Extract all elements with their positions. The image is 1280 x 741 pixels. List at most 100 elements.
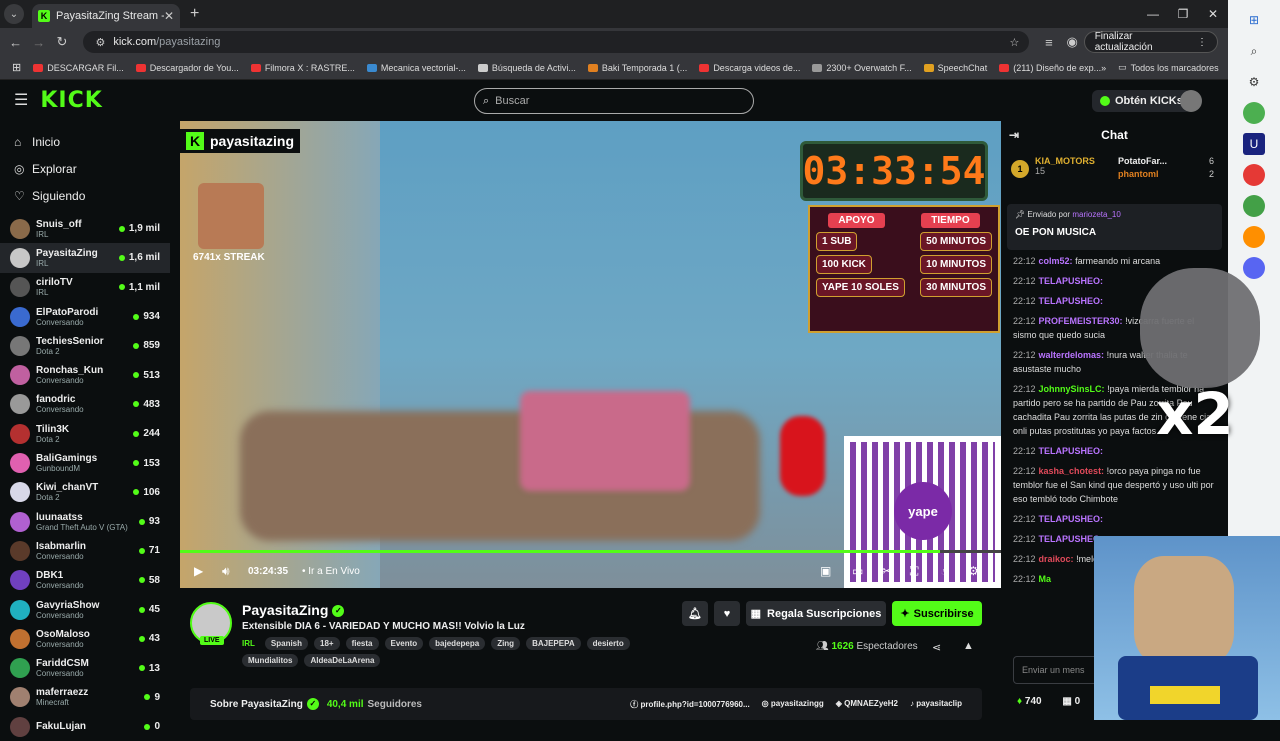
- gift-subs-button[interactable]: ▦ Regala Suscripciones: [746, 601, 886, 626]
- leader-third[interactable]: phantoml 2: [1118, 169, 1214, 179]
- stream-tag[interactable]: Spanish: [264, 637, 309, 650]
- sidebar-channel[interactable]: Kiwi_chanVT Dota 2 106: [0, 478, 170, 507]
- sidebar-channel[interactable]: Tilin3K Dota 2 244: [0, 419, 170, 448]
- stream-tag[interactable]: bajedepepa: [429, 637, 486, 650]
- sidebar-channel[interactable]: ciriloTV IRL 1,1 mil: [0, 273, 170, 302]
- sidebar-channel[interactable]: Ronchas_Kun Conversando 513: [0, 360, 170, 389]
- quality-icon[interactable]: ◔: [940, 564, 947, 578]
- subscribe-button[interactable]: ✦ Suscribirse: [892, 601, 982, 626]
- chat-message[interactable]: 22:12 kasha_chotest: !orco paya pinga no …: [1013, 464, 1216, 506]
- sidebar-item-inicio[interactable]: ⌂ Inicio: [0, 128, 170, 155]
- stream-tag[interactable]: Evento: [384, 637, 424, 650]
- sidebar-item-siguiendo[interactable]: ♡ Siguiendo: [0, 182, 170, 209]
- chrome-icon[interactable]: [1243, 164, 1265, 186]
- notification-bell-icon[interactable]: 🔔︎: [682, 601, 708, 626]
- url-field[interactable]: ⚙ kick.com /payasitazing ☆: [83, 31, 1030, 53]
- play-icon[interactable]: ▶: [194, 564, 203, 578]
- message-user[interactable]: PROFEMEISTER30:: [1039, 316, 1123, 326]
- bookmark-item[interactable]: Filmora X : RASTRE...: [250, 63, 355, 73]
- search-input[interactable]: ⌕ Buscar: [474, 88, 754, 114]
- sidebar-channel[interactable]: Isabmarlin Conversando 71: [0, 536, 170, 565]
- windows-icon[interactable]: ⊞: [1243, 9, 1265, 31]
- bookmark-item[interactable]: Descarga videos de...: [699, 63, 800, 73]
- sidebar-channel[interactable]: OsoMaloso Conversando 43: [0, 624, 170, 653]
- settings-icon[interactable]: ⚙: [1243, 71, 1265, 93]
- site-info-icon[interactable]: ⚙: [95, 36, 105, 49]
- pinned-message[interactable]: 📌︎ Enviado por mariozeta_10 OE PON MUSIC…: [1007, 204, 1222, 250]
- message-user[interactable]: TELAPUSHEO:: [1039, 276, 1104, 286]
- sidebar-channel[interactable]: FariddCSM Conversando 13: [0, 653, 170, 682]
- chat-message[interactable]: 22:12 TELAPUSHEO:: [1013, 512, 1216, 526]
- video-player[interactable]: Kpayasitazing 6741x STREAK 03:33:54 APOY…: [180, 121, 1001, 588]
- more-bookmarks-icon[interactable]: »: [1101, 63, 1106, 73]
- bookmark-item[interactable]: Mecanica vectorial-...: [366, 63, 466, 73]
- app-green-icon[interactable]: [1243, 102, 1265, 124]
- apps-icon[interactable]: ⊞: [12, 61, 21, 74]
- bookmark-item[interactable]: DESCARGAR Fil...: [33, 63, 124, 73]
- forward-icon[interactable]: →: [27, 35, 50, 50]
- sidebar-item-explorar[interactable]: ◎ Explorar: [0, 155, 170, 182]
- pip-icon[interactable]: ▭: [852, 564, 863, 578]
- bookmark-item[interactable]: 2300+ Overwatch F...: [812, 63, 912, 73]
- media-control-icon[interactable]: ≡: [1037, 35, 1060, 50]
- profile-icon[interactable]: ◉: [1061, 34, 1084, 50]
- new-tab-icon[interactable]: +: [190, 5, 199, 23]
- stream-tag[interactable]: Mundialitos: [242, 654, 299, 667]
- sidebar-channel[interactable]: fanodric Conversando 483: [0, 390, 170, 419]
- report-icon[interactable]: ▲: [963, 640, 974, 652]
- sidebar-channel[interactable]: PayasitaZing IRL 1,6 mil: [0, 243, 170, 273]
- streamer-name[interactable]: PayasitaZing ✓: [242, 602, 345, 618]
- kick-logo[interactable]: KICK: [40, 88, 102, 113]
- message-user[interactable]: TELAPUSHEO:: [1039, 446, 1104, 456]
- bookmark-star-icon[interactable]: ☆: [1010, 36, 1020, 49]
- browser-tab[interactable]: K PayasitaZing Stream - Watch Li ✕: [32, 4, 180, 28]
- sidebar-channel[interactable]: TechiesSenior Dota 2 859: [0, 331, 170, 360]
- more-menu-icon[interactable]: ⋮: [1197, 37, 1207, 48]
- all-bookmarks-folder[interactable]: ▭ Todos los marcadores: [1118, 62, 1219, 73]
- app-u-icon[interactable]: U: [1243, 133, 1265, 155]
- bookmark-item[interactable]: Descargador de You...: [135, 63, 239, 73]
- message-user[interactable]: JohnnySinsLC:: [1039, 384, 1105, 394]
- hamburger-menu-icon[interactable]: ☰: [14, 90, 28, 110]
- stream-tag[interactable]: Zing: [491, 637, 521, 650]
- discord-icon[interactable]: [1243, 257, 1265, 279]
- bookmark-item[interactable]: Búsqueda de Activi...: [477, 63, 576, 73]
- message-user[interactable]: kasha_chotest:: [1039, 466, 1105, 476]
- sidebar-channel[interactable]: luunaatss Grand Theft Auto V (GTA) 93: [0, 507, 170, 536]
- vlc-icon[interactable]: [1243, 226, 1265, 248]
- sidebar-channel[interactable]: FakuLujan 0: [0, 712, 170, 741]
- close-tab-icon[interactable]: ✕: [164, 9, 174, 23]
- message-user[interactable]: TELAPUSHEO:: [1039, 514, 1104, 524]
- stream-tag[interactable]: 18+: [314, 637, 340, 650]
- minimize-icon[interactable]: —: [1138, 7, 1168, 21]
- bookmark-item[interactable]: (211) Diseño de exp...: [999, 63, 1101, 73]
- follow-heart-icon[interactable]: ♥: [714, 601, 740, 626]
- fullscreen-icon[interactable]: ⛶: [910, 564, 918, 579]
- stream-tag[interactable]: desierto: [586, 637, 630, 650]
- bookmark-item[interactable]: Baki Temporada 1 (...: [587, 63, 687, 73]
- back-icon[interactable]: ←: [4, 35, 27, 50]
- discord-link[interactable]: ◈ QMNAEZyeH2: [836, 699, 898, 710]
- update-button[interactable]: Finalizar actualización ⋮: [1083, 31, 1218, 53]
- sidebar-channel[interactable]: BaliGamings GunboundM 153: [0, 448, 170, 477]
- share-icon[interactable]: ⋖: [932, 641, 941, 654]
- message-user[interactable]: draikoc:: [1039, 554, 1074, 564]
- chrome-alt-icon[interactable]: [1243, 195, 1265, 217]
- tab-search-menu[interactable]: ⌄: [4, 4, 24, 24]
- close-window-icon[interactable]: ✕: [1198, 7, 1228, 21]
- message-user[interactable]: colm52:: [1039, 256, 1073, 266]
- theater-mode-icon[interactable]: ▣: [820, 564, 831, 578]
- stream-tag[interactable]: fiesta: [345, 637, 379, 650]
- reload-icon[interactable]: ↻: [50, 34, 73, 50]
- gift-icon[interactable]: ▦: [1062, 696, 1071, 707]
- clip-icon[interactable]: ✂: [882, 564, 892, 578]
- get-kicks-button[interactable]: Obtén KICKs: [1092, 90, 1191, 112]
- leader-first[interactable]: KIA_MOTORS 15: [1035, 156, 1095, 194]
- sidebar-channel[interactable]: maferraezz Minecraft 9: [0, 683, 170, 712]
- search-icon[interactable]: ⌕: [1243, 40, 1265, 62]
- progress-bar[interactable]: [180, 550, 1001, 553]
- chat-message[interactable]: 22:12 colm52: farmeando mi arcana: [1013, 254, 1216, 268]
- settings-icon[interactable]: ⚙: [968, 564, 979, 578]
- stream-tag[interactable]: AldeaDeLaArena: [304, 654, 381, 667]
- bookmark-item[interactable]: SpeechChat: [923, 63, 987, 73]
